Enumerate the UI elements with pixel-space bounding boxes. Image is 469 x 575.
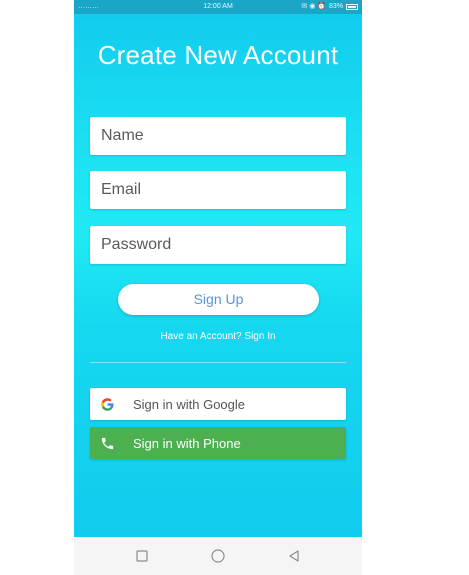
page-title: Create New Account [97,40,339,70]
phone-frame: ……… 12:00 AM ✉ ◉ ⏰ 83% Create New Accoun… [74,0,362,575]
sign-in-link[interactable]: Have an Account? Sign In [74,331,362,342]
name-input[interactable]: Name [90,117,346,155]
password-input[interactable]: Password [90,226,346,264]
google-icon [101,397,114,411]
signup-screen: Create New Account Name Email Password S… [74,14,362,537]
divider [90,362,346,363]
phone-button-label: Sign in with Phone [133,435,241,451]
battery-percent: 83% [328,3,343,10]
email-input[interactable]: Email [90,171,346,209]
battery-icon [346,4,358,10]
circle-icon[interactable] [210,548,226,564]
status-icons: ✉ ◉ ⏰ 83% [301,0,358,14]
phone-sign-in-button[interactable]: Sign in with Phone [90,427,346,459]
triangle-back-icon[interactable] [286,548,302,564]
google-button-label: Sign in with Google [133,396,246,412]
google-sign-in-button[interactable]: Sign in with Google [90,388,346,420]
navigation-bar [74,537,362,575]
phone-icon [101,437,114,449]
status-bar: ……… 12:00 AM ✉ ◉ ⏰ 83% [74,0,362,14]
square-icon[interactable] [134,548,150,564]
sign-up-button[interactable]: Sign Up [118,284,319,315]
notification-icons: ✉ ◉ ⏰ [301,3,326,10]
